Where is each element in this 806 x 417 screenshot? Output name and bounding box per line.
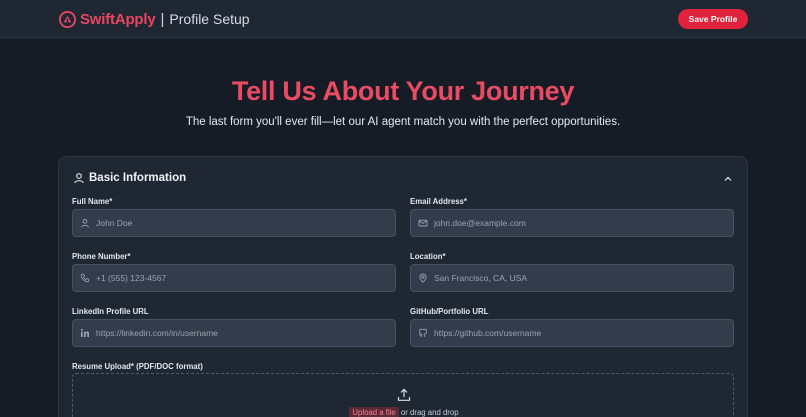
chevron-up-icon[interactable]: [723, 174, 733, 184]
email-field[interactable]: [410, 209, 734, 237]
phone-label: Phone Number*: [72, 252, 131, 261]
email-input[interactable]: [434, 218, 714, 228]
upload-instructions: Upload a file or drag and drop: [73, 407, 735, 417]
drag-drop-text: or drag and drop: [400, 408, 459, 417]
brand[interactable]: SwiftApply | Profile Setup: [58, 9, 250, 29]
map-pin-icon: [419, 273, 427, 283]
user-icon: [81, 218, 89, 228]
linkedin-field[interactable]: [72, 319, 396, 347]
full-name-label: Full Name*: [72, 197, 113, 206]
phone-icon: [80, 273, 90, 283]
github-icon: [418, 328, 428, 337]
swiftapply-logo-icon: [58, 10, 77, 28]
hero-title: Tell Us About Your Journey: [231, 76, 575, 106]
top-navbar: SwiftApply | Profile Setup Save Profile: [0, 0, 806, 38]
github-input[interactable]: [434, 328, 714, 338]
phone-input[interactable]: [96, 273, 376, 283]
linkedin-icon: [80, 328, 89, 337]
user-icon: [74, 173, 84, 184]
location-field[interactable]: [410, 264, 734, 292]
section-header[interactable]: Basic Information: [73, 172, 186, 184]
brand-name: SwiftApply: [80, 10, 156, 28]
full-name-input[interactable]: [96, 218, 376, 228]
location-input[interactable]: [434, 273, 714, 283]
full-name-field[interactable]: [72, 209, 396, 237]
location-label: Location*: [410, 252, 446, 261]
resume-dropzone[interactable]: Upload a file or drag and drop: [72, 373, 734, 417]
github-label: GitHub/Portfolio URL: [410, 307, 489, 316]
phone-field[interactable]: [72, 264, 396, 292]
linkedin-input[interactable]: [96, 328, 376, 338]
github-field[interactable]: [410, 319, 734, 347]
brand-separator: |: [160, 10, 165, 28]
mail-icon: [418, 219, 428, 227]
linkedin-label: LinkedIn Profile URL: [72, 307, 149, 316]
upload-file-link[interactable]: Upload a file: [349, 407, 399, 417]
basic-information-card: Basic Information Full Name* Email Addre…: [58, 156, 748, 417]
email-label: Email Address*: [410, 197, 467, 206]
hero-subtitle: The last form you'll ever fill—let our A…: [185, 116, 621, 128]
section-title: Basic Information: [89, 172, 187, 184]
save-profile-button[interactable]: Save Profile: [678, 9, 748, 29]
page-title: Profile Setup: [169, 11, 250, 27]
resume-label: Resume Upload* (PDF/DOC format): [72, 362, 203, 371]
upload-icon: [397, 388, 411, 401]
